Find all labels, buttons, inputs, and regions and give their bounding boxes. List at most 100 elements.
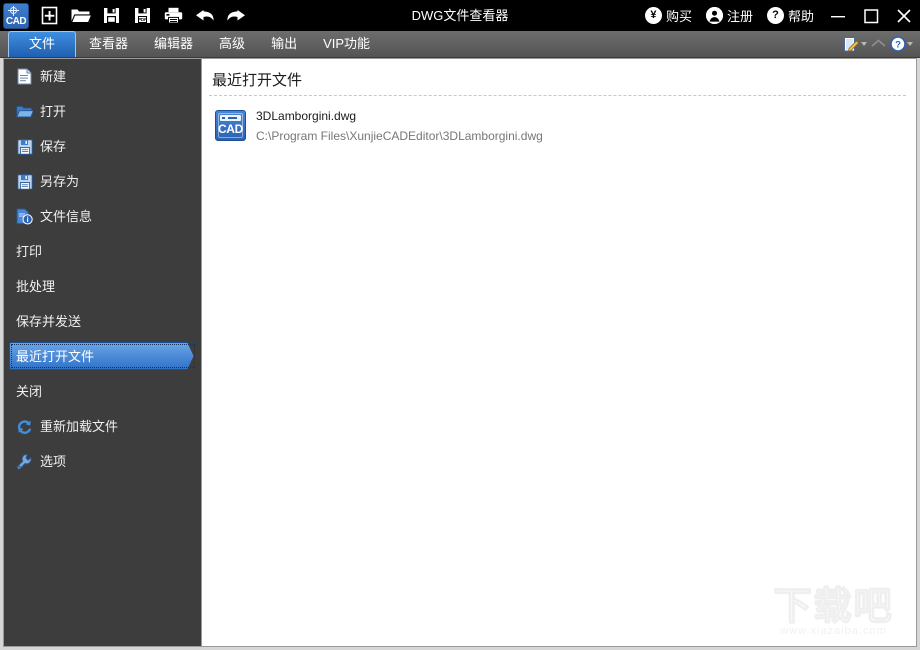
sidebar-item-batch-label: 批处理 [16,279,56,294]
open-folder-icon [70,6,91,25]
application-window: CAD PDF DWG文件查看器 ¥ 购买 注册 ? 帮助 文件 查看器 编辑器… [0,0,920,650]
printer-icon [163,6,184,25]
new-document-icon [16,68,33,85]
annotate-document-button[interactable] [843,33,867,55]
sidebar-item-new-label: 新建 [40,69,67,84]
tab-advanced[interactable]: 高级 [206,31,258,57]
recent-file-name: 3DLamborgini.dwg [256,109,357,123]
collapse-ribbon-chevron-icon [870,37,887,51]
sidebar-item-print[interactable]: 打印 [4,234,201,269]
sidebar-item-reload[interactable]: 重新加载文件 [4,409,201,444]
sidebar-item-recent[interactable]: 最近打开文件 [4,339,201,374]
close-icon [895,7,913,25]
maximize-button[interactable] [854,0,887,31]
register-button[interactable]: 注册 [699,0,760,31]
new-document-icon [40,6,59,25]
sidebar-item-save-as-label: 另存为 [40,174,80,189]
title-separator [209,95,906,96]
watermark-text: 下载吧 [773,586,894,628]
tab-file-label: 文件 [29,36,56,51]
help-button[interactable]: ? 帮助 [760,0,821,31]
print-button[interactable] [159,1,188,30]
purchase-label: 购买 [665,9,692,24]
sidebar-item-close-label: 关闭 [16,384,43,399]
backstage-sidebar: 新建 打开 保存 另存为 文件信息 打印 批处理 保存并发送 最近打开文件 关闭… [4,59,202,646]
sidebar-item-print-label: 打印 [16,244,43,259]
redo-button[interactable] [221,1,250,30]
tab-advanced-label: 高级 [219,36,246,51]
tab-output-label: 输出 [271,36,298,51]
recent-file-text: 3DLamborgini.dwg C:\Program Files\Xunjie… [256,107,543,145]
floppy-saveas-icon [16,173,33,190]
sidebar-item-open-label: 打开 [40,104,67,119]
close-button[interactable] [887,0,920,31]
title-bar: CAD PDF DWG文件查看器 ¥ 购买 注册 ? 帮助 [0,0,920,31]
tab-file[interactable]: 文件 [8,31,77,57]
tab-viewer-label: 查看器 [89,36,129,51]
sidebar-item-options[interactable]: 选项 [4,444,201,479]
tab-editor-label: 编辑器 [154,36,194,51]
help-dropdown-caret-icon[interactable] [907,42,913,46]
sidebar-item-save-label: 保存 [40,139,67,154]
purchase-button[interactable]: ¥ 购买 [638,0,699,31]
cad-app-logo: CAD [3,2,29,29]
tab-vip[interactable]: VIP功能 [310,31,383,57]
user-circle-icon [705,7,723,24]
open-file-button[interactable] [66,1,95,30]
ribbon-help-button[interactable]: ? [890,33,913,55]
annotate-dropdown-caret-icon[interactable] [861,42,867,46]
undo-button[interactable] [190,1,219,30]
quick-access-toolbar: PDF [35,0,250,31]
backstage-view: 新建 打开 保存 另存为 文件信息 打印 批处理 保存并发送 最近打开文件 关闭… [3,58,917,647]
tab-editor[interactable]: 编辑器 [141,31,206,57]
cad-icon-ruler-detail [220,115,241,121]
sidebar-item-batch[interactable]: 批处理 [4,269,201,304]
page-title: 最近打开文件 [212,71,303,89]
site-watermark: 下载吧 www.xiazaiba.com [761,587,906,638]
maximize-icon [862,7,880,25]
annotate-document-icon [843,36,860,53]
sidebar-item-file-info-label: 文件信息 [40,209,93,224]
sidebar-item-reload-label: 重新加载文件 [40,419,119,434]
svg-text:?: ? [895,40,901,51]
sidebar-item-save-as[interactable]: 另存为 [4,164,201,199]
ribbon-tab-strip: 文件 查看器 编辑器 高级 输出 VIP功能 ? [0,31,920,58]
list-item[interactable]: CAD 3DLamborgini.dwg C:\Program Files\Xu… [209,103,906,149]
floppy-save-icon [102,6,121,25]
document-info-icon [16,208,33,225]
cad-icon-text: CAD [217,122,244,136]
logo-text: CAD [5,15,27,27]
logo-crosshair-circle [10,6,17,14]
help-question-icon: ? [890,36,906,52]
floppy-pdf-icon: PDF [133,6,152,25]
recent-files-list: CAD 3DLamborgini.dwg C:\Program Files\Xu… [209,103,906,149]
sidebar-item-options-label: 选项 [40,454,67,469]
recent-files-panel: 最近打开文件 CAD 3DLamborgini.dwg C:\Program F… [203,59,916,646]
svg-text:PDF: PDF [138,17,147,22]
window-body-frame: 新建 打开 保存 另存为 文件信息 打印 批处理 保存并发送 最近打开文件 关闭… [0,58,920,650]
tab-output[interactable]: 输出 [258,31,310,57]
sidebar-item-new[interactable]: 新建 [4,59,201,94]
redo-arrow-icon [225,6,247,25]
minimize-button[interactable] [821,0,854,31]
save-pdf-button[interactable]: PDF [128,1,157,30]
collapse-ribbon-button[interactable] [870,33,887,55]
new-file-button[interactable] [35,1,64,30]
undo-arrow-icon [194,6,216,25]
floppy-save-icon [16,138,33,155]
register-label: 注册 [726,9,753,24]
sidebar-item-save[interactable]: 保存 [4,129,201,164]
sidebar-item-file-info[interactable]: 文件信息 [4,199,201,234]
sidebar-item-open[interactable]: 打开 [4,94,201,129]
minimize-icon [829,7,847,25]
sidebar-item-close[interactable]: 关闭 [4,374,201,409]
open-folder-icon [16,103,33,120]
question-circle-icon: ? [766,7,784,24]
tab-viewer[interactable]: 查看器 [76,31,141,57]
sidebar-item-recent-label: 最近打开文件 [16,349,95,364]
watermark-url: www.xiazaiba.com [780,625,887,637]
save-file-button[interactable] [97,1,126,30]
wrench-icon [16,453,33,470]
sidebar-item-save-send[interactable]: 保存并发送 [4,304,201,339]
cad-file-icon: CAD [215,110,246,141]
